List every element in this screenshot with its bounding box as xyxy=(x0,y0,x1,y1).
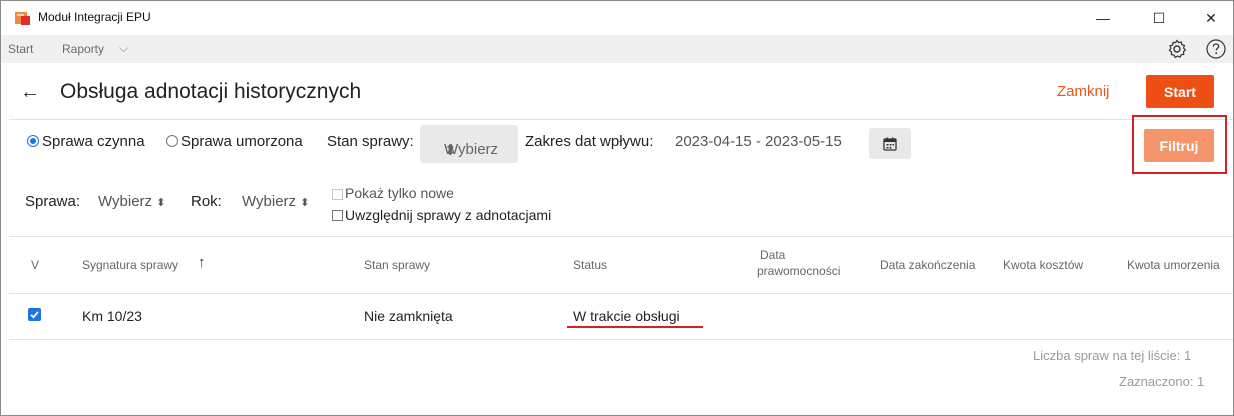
page-title: Obsługa adnotacji historycznych xyxy=(60,80,362,103)
stan-sprawy-select[interactable]: Wybierz ⬍ xyxy=(420,125,518,163)
column-header-kwota-kosztow[interactable]: Kwota kosztów xyxy=(1003,258,1083,272)
menu-start[interactable]: Start xyxy=(8,42,33,56)
column-header-stan[interactable]: Stan sprawy xyxy=(364,258,430,272)
only-new-checkbox[interactable] xyxy=(332,189,343,200)
sprawa-select[interactable]: Wybierz ⬍ xyxy=(98,193,165,210)
date-range-value[interactable]: 2023-04-15 - 2023-05-15 xyxy=(675,133,842,150)
table-row-divider xyxy=(9,339,1233,340)
cell-stan: Nie zamknięta xyxy=(364,308,453,324)
calendar-button[interactable] xyxy=(869,128,911,159)
close-button[interactable]: Zamknij xyxy=(1057,83,1110,100)
radio-sprawa-umorzona[interactable] xyxy=(166,135,178,147)
column-header-status[interactable]: Status xyxy=(573,258,607,272)
radio-sprawa-czynna[interactable] xyxy=(27,135,39,147)
menu-bar: Start Raporty ⌵ xyxy=(1,35,1233,63)
column-header-data-line1: Data xyxy=(760,248,786,262)
sprawa-value: Wybierz xyxy=(98,193,153,210)
help-icon[interactable] xyxy=(1206,39,1226,59)
close-window-button[interactable]: ✕ xyxy=(1188,1,1234,35)
window-title: Moduł Integracji EPU xyxy=(38,10,151,24)
rok-label: Rok: xyxy=(191,193,222,210)
maximize-button[interactable]: ☐ xyxy=(1136,1,1182,35)
column-header-kwota-umorzenia[interactable]: Kwota umorzenia xyxy=(1127,258,1220,272)
only-new-label: Pokaż tylko nowe xyxy=(345,185,454,201)
menu-raporty[interactable]: Raporty xyxy=(62,42,104,56)
radio-sprawa-umorzona-label[interactable]: Sprawa umorzona xyxy=(181,133,303,150)
gear-icon[interactable] xyxy=(1167,39,1187,59)
rok-select[interactable]: Wybierz ⬍ xyxy=(242,193,309,210)
rok-value: Wybierz xyxy=(242,193,297,210)
sort-ascending-icon[interactable]: ↑ xyxy=(198,254,206,271)
list-count: Liczba spraw na tej liście: 1 xyxy=(1033,348,1192,363)
app-logo-icon xyxy=(15,12,30,25)
app-window: Moduł Integracji EPU — ☐ ✕ Start Raporty… xyxy=(0,0,1234,416)
header-divider xyxy=(9,119,1233,120)
select-arrows-icon: ⬍ xyxy=(444,142,457,159)
selected-count: Zaznaczono: 1 xyxy=(1119,374,1205,389)
with-notes-checkbox[interactable] xyxy=(332,210,343,221)
filter-divider xyxy=(9,236,1233,237)
row-checkbox[interactable] xyxy=(28,308,41,321)
back-arrow-icon[interactable]: ← xyxy=(20,81,40,104)
column-header-data-zakonczenia[interactable]: Data zakończenia xyxy=(880,258,975,272)
table-header-divider xyxy=(9,293,1233,294)
title-bar: Moduł Integracji EPU — ☐ ✕ xyxy=(1,1,1233,35)
select-arrows-icon: ⬍ xyxy=(156,197,166,209)
minimize-button[interactable]: — xyxy=(1080,1,1126,35)
calendar-icon xyxy=(883,137,897,151)
select-arrows-icon: ⬍ xyxy=(300,197,310,209)
date-range-label: Zakres dat wpływu: xyxy=(525,133,654,150)
column-header-data-line2: prawomocności xyxy=(757,264,841,278)
column-header-v[interactable]: V xyxy=(31,258,39,272)
filter-button[interactable]: Filtruj xyxy=(1144,129,1214,162)
checkmark-icon xyxy=(30,311,39,319)
sprawa-label: Sprawa: xyxy=(25,193,81,210)
stan-sprawy-label: Stan sprawy: xyxy=(327,133,414,150)
radio-sprawa-czynna-label[interactable]: Sprawa czynna xyxy=(42,133,145,150)
chevron-down-icon[interactable]: ⌵ xyxy=(119,41,128,56)
cell-sygnatura[interactable]: Km 10/23 xyxy=(82,308,142,324)
cell-status: W trakcie obsługi xyxy=(573,308,680,324)
column-header-data-prawomocnosci[interactable]: Data prawomocności xyxy=(757,247,852,279)
start-button[interactable]: Start xyxy=(1146,75,1214,108)
status-highlight-underline xyxy=(567,326,703,328)
with-notes-label[interactable]: Uwzględnij sprawy z adnotacjami xyxy=(345,207,551,223)
column-header-sygnatura[interactable]: Sygnatura sprawy xyxy=(82,258,178,272)
